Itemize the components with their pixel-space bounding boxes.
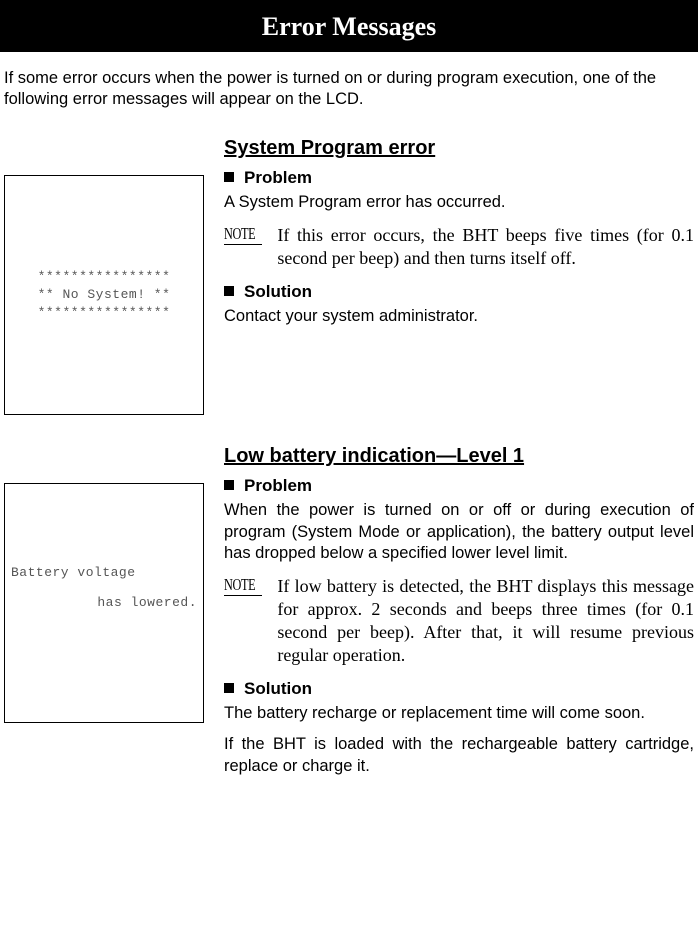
note-label: NOTE xyxy=(224,576,255,593)
solution-heading: Solution xyxy=(224,679,694,699)
section-content: Low battery indication—Level 1 Problem W… xyxy=(224,445,694,787)
lcd-line: has lowered. xyxy=(11,594,207,612)
intro-text: If some error occurs when the power is t… xyxy=(4,68,690,109)
lcd-line: **************** xyxy=(38,304,171,322)
lcd-line: Battery voltage xyxy=(11,564,197,582)
note-icon: NOTE xyxy=(224,224,267,245)
note-icon: NOTE xyxy=(224,575,267,596)
note-block: NOTE If this error occurs, the BHT beeps… xyxy=(224,224,694,270)
section-title: System Program error xyxy=(224,137,694,160)
underline-icon xyxy=(224,244,262,245)
bullet-icon xyxy=(224,480,234,490)
lcd-line: **************** xyxy=(38,268,171,286)
section-content: System Program error Problem A System Pr… xyxy=(224,137,694,337)
page-header: Error Messages xyxy=(0,0,698,52)
solution-text: Contact your system administrator. xyxy=(224,306,694,327)
solution-heading: Solution xyxy=(224,282,694,302)
lcd-screen: Battery voltage has lowered. xyxy=(4,483,204,723)
problem-label: Problem xyxy=(244,168,312,187)
problem-label: Problem xyxy=(244,476,312,495)
problem-heading: Problem xyxy=(224,168,694,188)
bullet-icon xyxy=(224,683,234,693)
note-block: NOTE If low battery is detected, the BHT… xyxy=(224,575,694,667)
bullet-icon xyxy=(224,172,234,182)
solution-text: The battery recharge or replacement time… xyxy=(224,703,694,724)
error-section: Battery voltage has lowered. Low battery… xyxy=(0,445,698,787)
note-label: NOTE xyxy=(224,225,255,242)
note-text: If low battery is detected, the BHT disp… xyxy=(277,575,694,667)
section-title: Low battery indication—Level 1 xyxy=(224,445,694,468)
error-section: **************** ** No System! ** ******… xyxy=(0,137,698,415)
solution-label: Solution xyxy=(244,282,312,301)
bullet-icon xyxy=(224,286,234,296)
problem-text: When the power is turned on or off or du… xyxy=(224,500,694,564)
solution-label: Solution xyxy=(244,679,312,698)
lcd-line: ** No System! ** xyxy=(38,286,171,304)
problem-heading: Problem xyxy=(224,476,694,496)
page-title: Error Messages xyxy=(262,12,437,41)
lcd-screen: **************** ** No System! ** ******… xyxy=(4,175,204,415)
note-text: If this error occurs, the BHT beeps five… xyxy=(277,224,694,270)
problem-text: A System Program error has occurred. xyxy=(224,192,694,213)
underline-icon xyxy=(224,595,262,596)
solution-text: If the BHT is loaded with the rechargeab… xyxy=(224,734,694,777)
